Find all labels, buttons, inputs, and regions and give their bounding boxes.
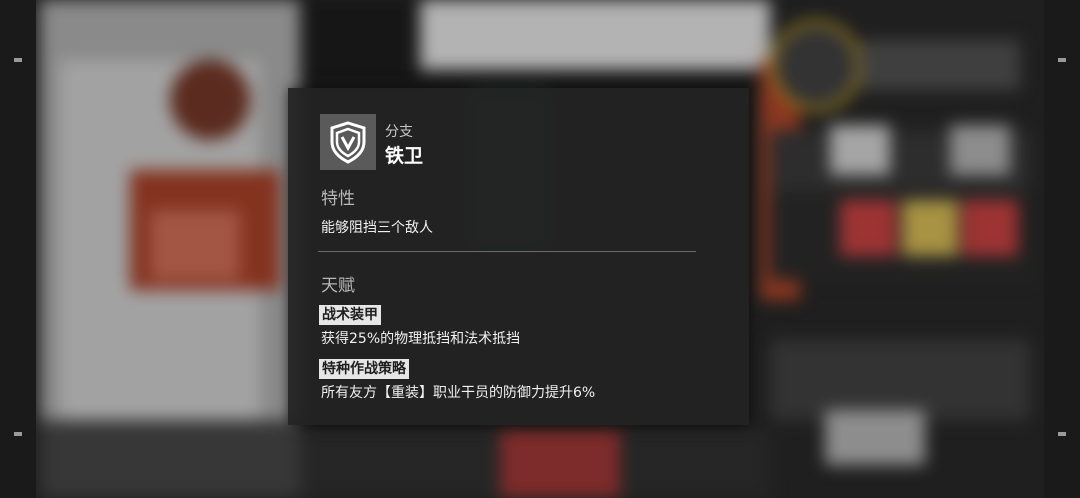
section-divider — [318, 251, 696, 252]
talent-name-tag: 特种作战策略 — [319, 359, 409, 379]
branch-label: 分支 — [385, 124, 413, 140]
branch-info-popup: 分支 铁卫 特性 能够阻挡三个敌人 天赋 战术装甲 获得25%的物理抵挡和法术抵… — [288, 88, 749, 425]
branch-name: 铁卫 — [385, 145, 424, 167]
talent-name-tag: 战术装甲 — [319, 305, 381, 325]
shield-branch-icon — [320, 114, 376, 170]
trait-description: 能够阻挡三个敌人 — [321, 220, 433, 236]
trait-heading: 特性 — [321, 189, 355, 209]
talent-heading: 天赋 — [321, 276, 355, 296]
talent-description: 所有友方【重装】职业干员的防御力提升6% — [321, 385, 596, 401]
talent-description: 获得25%的物理抵挡和法术抵挡 — [321, 331, 521, 347]
right-frame-bar — [1044, 0, 1080, 498]
left-frame-bar — [0, 0, 36, 498]
